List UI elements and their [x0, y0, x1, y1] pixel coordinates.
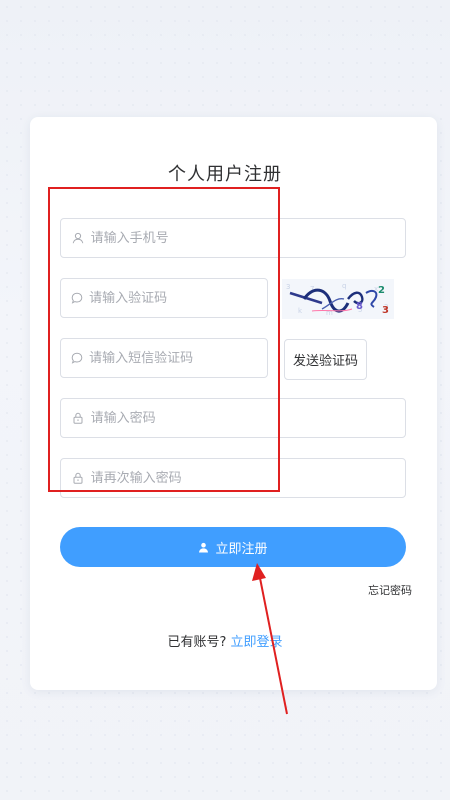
login-link[interactable]: 立即登录	[230, 635, 282, 650]
svg-text:3: 3	[286, 283, 290, 291]
have-account-text: 已有账号?	[167, 635, 227, 650]
confirm-password-field[interactable]	[60, 458, 406, 498]
login-prompt: 已有账号? 立即登录	[0, 631, 450, 650]
password-field[interactable]	[60, 398, 406, 438]
phone-field[interactable]	[60, 218, 406, 258]
captcha-field[interactable]	[60, 278, 268, 318]
register-button-label: 立即注册	[215, 541, 268, 557]
sms-code-input[interactable]	[89, 339, 267, 377]
lock-icon	[65, 412, 91, 424]
svg-text:2: 2	[378, 285, 385, 296]
register-button[interactable]: 立即注册	[60, 527, 406, 567]
user-icon	[65, 232, 91, 244]
confirm-password-input[interactable]	[90, 459, 405, 497]
captcha-image[interactable]: 3k7 mq5 x2 8 2 3	[282, 279, 394, 319]
svg-text:q: q	[342, 282, 346, 290]
sms-code-field[interactable]	[60, 338, 268, 378]
page-title: 个人用户注册	[168, 164, 282, 185]
phone-input[interactable]	[90, 219, 405, 257]
forgot-password-link[interactable]: 忘记密码	[368, 582, 412, 598]
user-icon	[198, 542, 209, 553]
chat-bubble-icon	[65, 352, 89, 364]
lock-icon	[65, 472, 91, 484]
chat-bubble-icon	[65, 292, 89, 304]
svg-text:8: 8	[356, 301, 363, 312]
captcha-input[interactable]	[89, 279, 267, 317]
send-code-button[interactable]: 发送验证码	[284, 339, 367, 380]
password-input[interactable]	[90, 399, 405, 437]
svg-text:3: 3	[382, 305, 389, 316]
